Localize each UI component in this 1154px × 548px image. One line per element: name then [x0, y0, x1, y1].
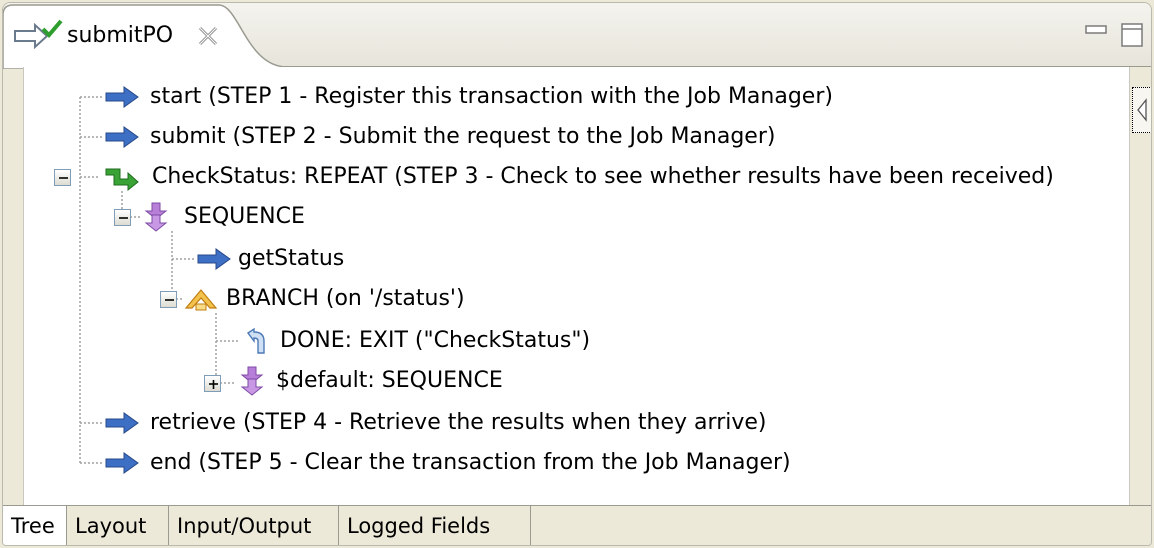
- tree-item-done-exit[interactable]: DONE: EXIT ("CheckStatus"): [240, 321, 590, 361]
- call-arrow-icon: [105, 126, 139, 148]
- tab-tree[interactable]: Tree: [3, 506, 67, 545]
- bottom-tab-bar: Tree Layout Input/Output Logged Fields: [3, 505, 1151, 545]
- tree-item-checkstatus[interactable]: CheckStatus: REPEAT (STEP 3 - Check to s…: [104, 157, 1054, 197]
- tree-item-label: DONE: EXIT ("CheckStatus"): [280, 328, 591, 353]
- collapse-toggle-branch[interactable]: [160, 291, 177, 308]
- collapse-toggle-checkstatus[interactable]: [54, 169, 71, 186]
- tree-item-end[interactable]: end (STEP 5 - Clear the transaction from…: [104, 443, 791, 483]
- side-panel-strip: [1129, 67, 1151, 505]
- tree-item-label: $default: SEQUENCE: [276, 368, 503, 393]
- chevron-left-icon: [1137, 98, 1147, 122]
- tree-item-label: retrieve (STEP 4 - Retrieve the results …: [150, 410, 767, 435]
- tree-item-default-sequence[interactable]: $default: SEQUENCE: [238, 361, 503, 401]
- tab-logged-fields[interactable]: Logged Fields: [339, 506, 531, 545]
- collapse-toggle-sequence[interactable]: [114, 209, 131, 226]
- editor-tab-strip: submitPO: [3, 3, 1151, 69]
- call-arrow-icon: [197, 248, 231, 270]
- expand-panel-button[interactable]: [1132, 87, 1151, 133]
- tree-item-label: getStatus: [238, 246, 345, 271]
- tree-item-label: start (STEP 1 - Register this transactio…: [150, 84, 833, 109]
- tree-item-sequence[interactable]: SEQUENCE: [142, 197, 305, 237]
- tree-item-submit[interactable]: submit (STEP 2 - Submit the request to t…: [104, 117, 775, 157]
- call-arrow-icon: [105, 412, 139, 434]
- tab-layout[interactable]: Layout: [67, 506, 169, 545]
- editor-tab-submitpo[interactable]: submitPO: [3, 3, 291, 69]
- tree-item-label: CheckStatus: REPEAT (STEP 3 - Check to s…: [152, 164, 1054, 189]
- minimize-icon[interactable]: [1085, 25, 1107, 35]
- exit-icon: [246, 327, 265, 354]
- tree-item-label: end (STEP 5 - Clear the transaction from…: [150, 450, 791, 475]
- process-file-icon: [14, 19, 63, 50]
- tree-item-retrieve[interactable]: retrieve (STEP 4 - Retrieve the results …: [104, 403, 766, 443]
- repeat-icon: [105, 168, 139, 191]
- process-tree: start (STEP 1 - Register this transactio…: [23, 67, 1129, 505]
- branch-icon: [184, 289, 218, 311]
- tree-item-label: SEQUENCE: [184, 204, 305, 229]
- call-arrow-icon: [105, 86, 139, 108]
- sequence-icon: [240, 366, 264, 396]
- tree-item-start[interactable]: start (STEP 1 - Register this transactio…: [104, 77, 833, 117]
- sequence-icon: [144, 202, 168, 232]
- expand-toggle-default[interactable]: [204, 375, 221, 392]
- tree-item-branch[interactable]: BRANCH (on '/status'): [184, 279, 465, 319]
- tree-item-getstatus[interactable]: getStatus: [196, 239, 344, 279]
- editor-tab-title: submitPO: [67, 23, 174, 48]
- tab-input-output[interactable]: Input/Output: [169, 506, 339, 545]
- tree-item-label: submit (STEP 2 - Submit the request to t…: [150, 124, 776, 149]
- call-arrow-icon: [105, 452, 139, 474]
- editor-window: submitPO start (STEP 1 - Register this t…: [2, 2, 1152, 546]
- tree-item-label: BRANCH (on '/status'): [226, 286, 465, 311]
- maximize-icon[interactable]: [1121, 23, 1143, 47]
- close-x-icon[interactable]: [197, 25, 219, 47]
